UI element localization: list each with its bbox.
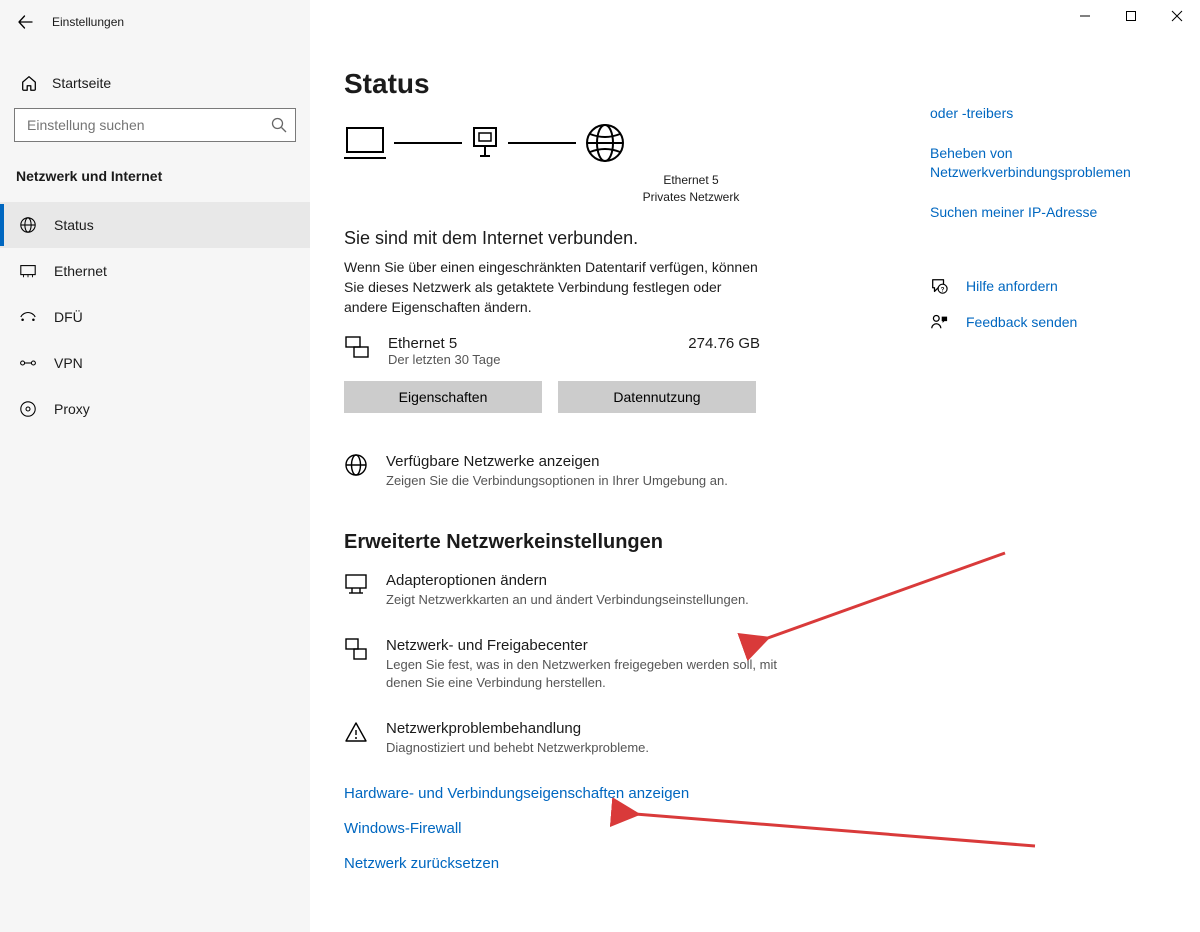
title-bar: Einstellungen [0, 0, 320, 44]
maximize-button[interactable] [1108, 0, 1154, 32]
usage-row: Ethernet 5 Der letzten 30 Tage 274.76 GB [344, 335, 764, 367]
sidebar-item-label: Ethernet [54, 263, 107, 279]
connected-heading: Sie sind mit dem Internet verbunden. [344, 228, 930, 249]
search-input[interactable] [14, 108, 296, 142]
feedback-icon [930, 313, 948, 331]
right-column: oder -treibers Beheben von Netzwerkverbi… [930, 44, 1200, 932]
globe-icon [584, 122, 626, 164]
page-title: Status [344, 68, 930, 100]
arrow-left-icon [17, 14, 33, 30]
warning-icon [344, 720, 368, 744]
change-adapter-options[interactable]: Adapteroptionen ändern Zeigt Netzwerkkar… [344, 572, 784, 609]
help-icon: ? [930, 277, 948, 295]
usage-adapter-name: Ethernet 5 [388, 335, 642, 352]
minimize-button[interactable] [1062, 0, 1108, 32]
main-content: Status Ethernet 5 Privates Netzwerk Sie … [310, 44, 930, 932]
close-button[interactable] [1154, 0, 1200, 32]
sidebar-item-status[interactable]: Status [0, 202, 310, 248]
globe-icon [344, 453, 368, 477]
ethernet-icon [18, 262, 38, 280]
link-network-reset[interactable]: Netzwerk zurücksetzen [344, 855, 930, 872]
available-networks-sub: Zeigen Sie die Verbindungsoptionen in Ih… [386, 472, 728, 490]
adv-title: Netzwerk- und Freigabecenter [386, 637, 784, 654]
adv-sub: Zeigt Netzwerkkarten an und ändert Verbi… [386, 591, 749, 609]
search-icon [271, 117, 287, 133]
sidebar-section-title: Netzwerk und Internet [0, 168, 310, 202]
network-sharing-center[interactable]: Netzwerk- und Freigabecenter Legen Sie f… [344, 637, 784, 692]
adv-title: Netzwerkproblembehandlung [386, 720, 649, 737]
home-label: Startseite [52, 75, 111, 91]
adv-sub: Diagnostiziert und behebt Netzwerkproble… [386, 739, 649, 757]
window-title: Einstellungen [52, 15, 124, 29]
diagram-caption: Ethernet 5 Privates Netzwerk [452, 172, 930, 206]
dialup-icon [18, 311, 38, 323]
related-link[interactable]: Suchen meiner IP-Adresse [930, 203, 1200, 223]
pc-icon [344, 124, 386, 162]
network-diagram [344, 122, 930, 164]
show-available-networks[interactable]: Verfügbare Netzwerke anzeigen Zeigen Sie… [344, 453, 784, 490]
feedback-label: Feedback senden [966, 314, 1077, 330]
search-field[interactable] [25, 116, 271, 134]
vpn-icon [18, 356, 38, 370]
sidebar-item-label: VPN [54, 355, 83, 371]
adv-sub: Legen Sie fest, was in den Netzwerken fr… [386, 656, 784, 692]
give-feedback-link[interactable]: Feedback senden [930, 313, 1200, 331]
connected-body: Wenn Sie über einen eingeschränkten Date… [344, 257, 764, 318]
advanced-heading: Erweiterte Netzwerkeinstellungen [344, 531, 930, 554]
proxy-icon [18, 400, 38, 418]
properties-button[interactable]: Eigenschaften [344, 381, 542, 413]
get-help-label: Hilfe anfordern [966, 278, 1058, 294]
sharing-icon [344, 637, 368, 661]
related-link[interactable]: oder -treibers [930, 104, 1200, 124]
back-button[interactable] [10, 7, 40, 37]
get-help-link[interactable]: ? Hilfe anfordern [930, 277, 1200, 295]
link-hardware-properties[interactable]: Hardware- und Verbindungseigenschaften a… [344, 785, 930, 802]
sidebar-item-label: Status [54, 217, 94, 233]
usage-amount: 274.76 GB [660, 335, 764, 352]
available-networks-title: Verfügbare Netzwerke anzeigen [386, 453, 728, 470]
adapter-options-icon [344, 572, 368, 596]
ethernet-adapter-icon [344, 335, 370, 361]
svg-text:?: ? [941, 287, 945, 294]
data-usage-button[interactable]: Datennutzung [558, 381, 756, 413]
window-controls [1062, 0, 1200, 32]
usage-period: Der letzten 30 Tage [388, 352, 642, 367]
adv-title: Adapteroptionen ändern [386, 572, 749, 589]
home-link[interactable]: Startseite [0, 68, 310, 108]
home-icon [20, 74, 38, 92]
diagram-adapter-name: Ethernet 5 [452, 172, 930, 189]
sidebar: Startseite Netzwerk und Internet Status … [0, 44, 310, 932]
sidebar-item-label: DFÜ [54, 309, 83, 325]
sidebar-item-label: Proxy [54, 401, 90, 417]
link-windows-firewall[interactable]: Windows-Firewall [344, 820, 930, 837]
diagram-network-type: Privates Netzwerk [452, 189, 930, 206]
related-link[interactable]: Beheben von Netzwerkverbindungsproblemen [930, 144, 1200, 183]
globe-icon [18, 216, 38, 234]
sidebar-item-vpn[interactable]: VPN [0, 340, 310, 386]
adapter-icon [470, 126, 500, 160]
sidebar-item-dialup[interactable]: DFÜ [0, 294, 310, 340]
network-troubleshooter[interactable]: Netzwerkproblembehandlung Diagnostiziert… [344, 720, 784, 757]
sidebar-item-ethernet[interactable]: Ethernet [0, 248, 310, 294]
sidebar-item-proxy[interactable]: Proxy [0, 386, 310, 432]
